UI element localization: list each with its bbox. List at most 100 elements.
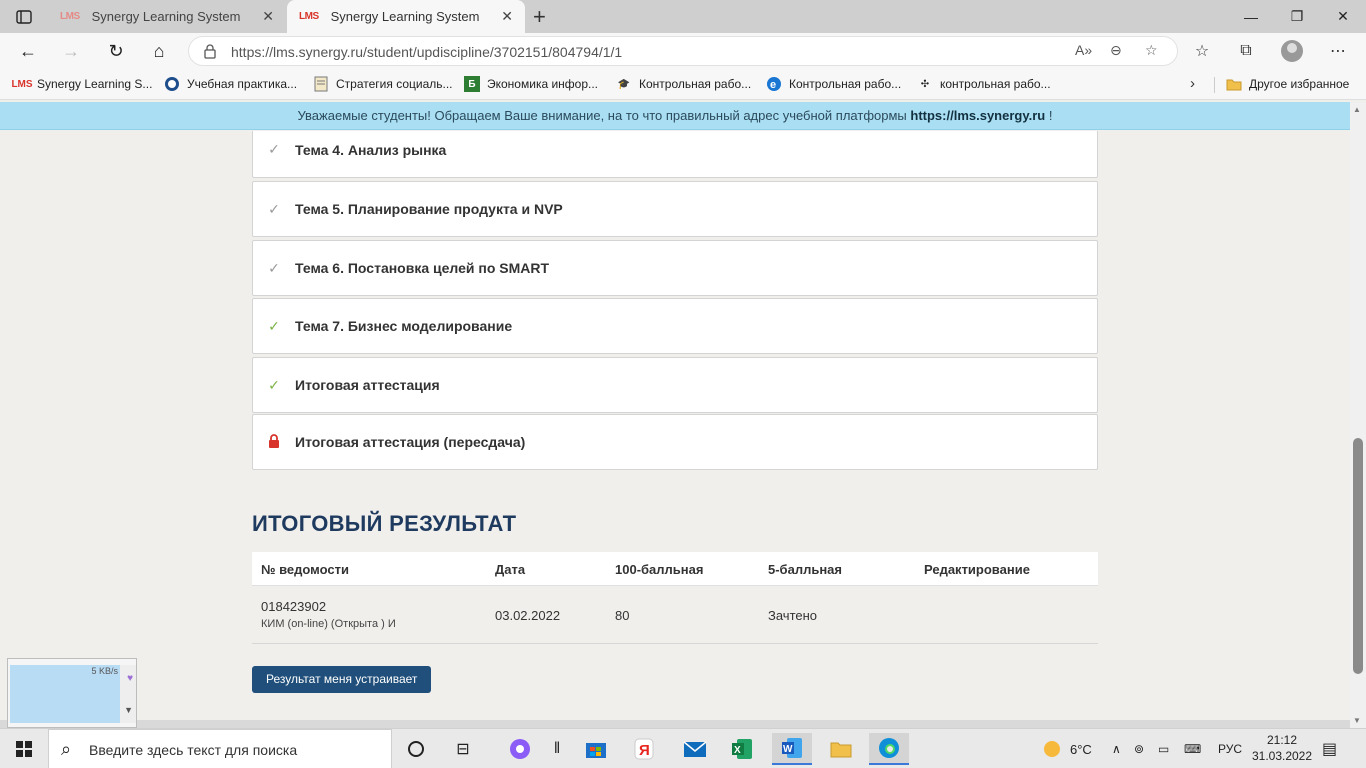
bookmark-item[interactable]: ✣ контрольная рабо...	[917, 76, 1051, 92]
main-content: ✓ Тема 4. Анализ рынка ✓ Тема 5. Планиро…	[0, 131, 1350, 720]
e-icon: e	[766, 76, 782, 92]
bookmark-label: Другое избранное	[1249, 77, 1350, 91]
column-header: Редактирование	[924, 562, 1030, 577]
widgets-icon[interactable]: ⊟	[443, 733, 483, 765]
horizontal-scrollbar[interactable]	[0, 720, 1350, 728]
divider	[1214, 77, 1215, 93]
store-icon[interactable]	[576, 733, 616, 765]
tab-strip: LMS Synergy Learning System ✕ LMS Synerg…	[0, 0, 1366, 33]
vertical-scrollbar[interactable]: ▲ ▼	[1350, 102, 1366, 728]
svg-text:X: X	[734, 745, 741, 756]
notifications-icon[interactable]: ▤	[1322, 739, 1337, 759]
favorites-icon[interactable]: ☆	[1188, 38, 1216, 64]
tab-inactive[interactable]: LMS Synergy Learning System ✕	[48, 0, 286, 33]
search-placeholder: Введите здесь текст для поиска	[89, 742, 298, 758]
excel-icon[interactable]: X	[722, 733, 762, 765]
forward-arrow-icon[interactable]: →	[55, 37, 87, 65]
edge-icon[interactable]	[869, 733, 909, 765]
topic-label: Тема 4. Анализ рынка	[295, 141, 447, 158]
topic-label: Тема 7. Бизнес моделирование	[295, 318, 513, 334]
windows-start-icon[interactable]	[0, 729, 48, 768]
window-close-icon[interactable]: ✕	[1320, 0, 1366, 33]
close-icon[interactable]: ✕	[501, 8, 513, 25]
bookmark-item[interactable]: Учебная практика...	[164, 76, 297, 92]
separator-icon: ‖	[553, 740, 561, 757]
weather-temp: 6°C	[1070, 741, 1092, 757]
bookmark-item[interactable]: Стратегия социаль...	[313, 76, 453, 92]
close-icon[interactable]: ✕	[262, 8, 274, 25]
alice-icon[interactable]	[500, 733, 540, 765]
word-icon[interactable]: W	[772, 733, 812, 765]
scrollbar-thumb[interactable]	[1353, 438, 1363, 674]
dropdown-arrow-icon[interactable]: ▼	[124, 705, 133, 715]
lock-icon[interactable]	[203, 43, 217, 59]
svg-text:Я: Я	[639, 742, 650, 759]
tab-title: Synergy Learning System	[330, 9, 480, 24]
heart-icon[interactable]: ♥	[127, 673, 133, 684]
read-aloud-icon[interactable]: A»	[1075, 42, 1092, 58]
address-bar[interactable]: https://lms.synergy.ru/student/updiscipl…	[188, 36, 1178, 66]
clock[interactable]: 21:12 31.03.2022	[1250, 732, 1314, 764]
scroll-up-icon[interactable]: ▲	[1353, 105, 1361, 114]
bookmark-label: Учебная практика...	[187, 77, 298, 91]
sun-icon	[1044, 741, 1060, 757]
file-explorer-icon[interactable]	[821, 733, 861, 765]
refresh-icon[interactable]: ↻	[100, 37, 132, 65]
compass-icon	[164, 76, 180, 92]
topic-item[interactable]: ✓ Тема 7. Бизнес моделирование	[252, 298, 1098, 354]
bookmark-item[interactable]: Б Экономика инфор...	[464, 76, 598, 92]
restore-icon[interactable]: ❐	[1274, 0, 1320, 33]
bookmark-label: Контрольная рабо...	[789, 77, 902, 91]
chevron-up-icon[interactable]: ∧	[1112, 729, 1121, 768]
statement-subtitle: КИМ (on-line) (Открыта ) И	[261, 618, 396, 630]
keyboard-icon[interactable]: ⌨	[1184, 729, 1201, 768]
more-options-icon[interactable]: ⋯	[1324, 38, 1352, 64]
weather-widget[interactable]: 6°C	[1044, 729, 1092, 768]
home-icon[interactable]: ⌂	[143, 37, 175, 65]
chevron-right-icon[interactable]: ›	[1190, 75, 1195, 92]
topic-item[interactable]: Итоговая аттестация (пересдача)	[252, 414, 1098, 470]
zoom-icon[interactable]: ⊖	[1110, 42, 1122, 59]
notice-link[interactable]: https://lms.synergy.ru	[910, 108, 1045, 123]
bookmark-label: Контрольная рабо...	[639, 77, 752, 91]
other-bookmarks-folder[interactable]: Другое избранное	[1226, 76, 1349, 92]
battery-icon[interactable]: ▭	[1158, 729, 1169, 768]
bird-icon: ✣	[920, 78, 930, 90]
result-table: № ведомости Дата 100-балльная 5-балльная…	[252, 552, 1098, 644]
network-monitor-widget[interactable]: 5 KB/s ♥ ▼	[7, 658, 137, 728]
scroll-down-icon[interactable]: ▼	[1353, 716, 1361, 725]
topic-item[interactable]: ✓ Тема 6. Постановка целей по SMART	[252, 240, 1098, 296]
language-indicator[interactable]: РУС	[1218, 729, 1242, 768]
taskbar-search[interactable]: ⌕ Введите здесь текст для поиска	[48, 729, 392, 768]
statement-number: 018423902	[261, 599, 327, 614]
task-view-icon[interactable]	[396, 733, 436, 765]
bookmark-label: контрольная рабо...	[940, 77, 1051, 91]
yandex-browser-icon[interactable]: Я	[624, 733, 664, 765]
cap-icon: 🎓	[617, 78, 631, 90]
b-letter-icon: Б	[464, 76, 480, 92]
bookmark-item[interactable]: e Контрольная рабо...	[766, 76, 901, 92]
network-icon[interactable]: ⊚	[1134, 729, 1144, 768]
clock-time: 21:12	[1266, 733, 1298, 747]
profile-avatar[interactable]	[1278, 38, 1306, 64]
notice-banner: Уважаемые студенты! Обращаем Ваше вниман…	[0, 102, 1350, 130]
tab-active[interactable]: LMS Synergy Learning System ✕	[287, 0, 525, 33]
lms-favicon-icon: LMS	[11, 78, 33, 90]
url-text: https://lms.synergy.ru/student/updiscipl…	[231, 44, 623, 60]
tab-actions-icon[interactable]	[10, 6, 38, 28]
collections-icon[interactable]: ⧉	[1232, 38, 1260, 64]
minimize-icon[interactable]: —	[1228, 0, 1274, 33]
back-arrow-icon[interactable]: ←	[12, 37, 44, 65]
topic-item[interactable]: ✓ Тема 5. Планирование продукта и NVP	[252, 181, 1098, 237]
topic-label: Тема 5. Планирование продукта и NVP	[295, 201, 563, 217]
checkmark-icon: ✓	[268, 141, 280, 157]
bookmark-item[interactable]: 🎓 Контрольная рабо...	[616, 76, 751, 92]
accept-result-button[interactable]: Результат меня устраивает	[252, 666, 432, 693]
topic-item[interactable]: ✓ Итоговая аттестация	[252, 357, 1098, 413]
new-tab-button[interactable]: +	[533, 4, 546, 30]
topic-item[interactable]: ✓ Тема 4. Анализ рынка	[252, 131, 1098, 178]
add-favorite-icon[interactable]: ☆	[1145, 42, 1158, 59]
bookmark-item[interactable]: LMS Synergy Learning S...	[11, 76, 152, 92]
folder-icon	[1226, 76, 1242, 92]
mail-icon[interactable]	[675, 733, 715, 765]
